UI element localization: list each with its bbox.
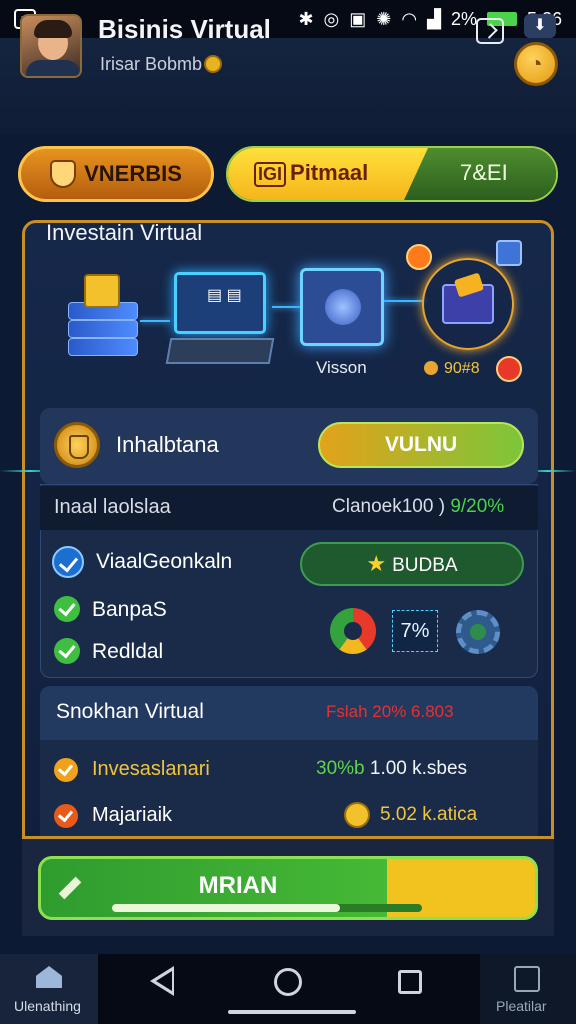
nav-home-label: Ulenathing [14, 998, 81, 1014]
detail-header-right: Clanoek100 ) 9/20% [332, 496, 505, 517]
coin-icon [344, 802, 370, 828]
back-icon [156, 971, 172, 991]
status-button[interactable]: VULNU [318, 422, 524, 468]
tab-pitmaal-mark: IGI [254, 162, 287, 187]
cube-icon [496, 240, 522, 266]
monitor-icon [300, 268, 384, 346]
recents-button[interactable] [398, 970, 422, 994]
check-icon[interactable] [54, 596, 80, 622]
check-icon[interactable] [54, 638, 80, 664]
sim-row-amount: 1.00 k.sbes [369, 758, 468, 779]
laptop-icon: ▤ ▤ [165, 270, 275, 374]
sim-icon: ▣ [349, 8, 367, 29]
check-item-label: BanpaS [92, 598, 167, 621]
avatar[interactable] [20, 14, 82, 78]
gear-icon: ✺ [376, 8, 392, 29]
main-check-label: ViaalGeonkaln [96, 550, 233, 573]
bluetooth-icon: ✱ [298, 8, 314, 29]
bonus-button[interactable]: BUDBA [300, 542, 524, 586]
check-icon [54, 804, 78, 828]
app-title: Bisinis Virtual [98, 14, 271, 44]
home-button[interactable] [274, 968, 302, 996]
shield-icon [50, 160, 77, 188]
gift-box-icon [422, 258, 514, 350]
orb-icon [406, 244, 432, 270]
simulation-stat: Fslah 20% 6.803 [326, 702, 454, 721]
detail-header-right-value: 9/20% [450, 496, 505, 517]
tab-pitmaal[interactable]: IGI Pitmaal 7&EI [226, 146, 558, 202]
illustration-value: 90#8 [424, 360, 480, 378]
wifi-icon: ◠ [401, 8, 418, 29]
main-action-label: MRIAN [198, 872, 278, 899]
status-icons: ✱ ◎ ▣ ✺ ◠ ▟ 2% 5:26 [298, 9, 562, 30]
connector-line [272, 306, 302, 308]
progress-fill [112, 904, 340, 912]
tab-pitmaal-label: IGI Pitmaal [254, 160, 368, 187]
pie-chart-icon [330, 608, 376, 654]
status-label: Inhalbtana [116, 432, 219, 457]
tab-vnerbis[interactable]: VNERBIS [18, 146, 214, 202]
simulation-title: Snokhan Virtual [56, 700, 204, 723]
subtitle-text: Irisar Bobmb [100, 54, 203, 74]
sim-row-percent: 30%b [316, 758, 365, 779]
server-stack-icon [58, 272, 148, 368]
connector-line [384, 300, 424, 302]
tab-green-label: 7&EI [460, 160, 508, 185]
orb-icon [496, 356, 522, 382]
check-icon [54, 758, 78, 782]
check-badge-icon[interactable] [52, 546, 84, 578]
illustration-label: Visson [316, 358, 367, 377]
header-subtitle: Irisar Bobmb [100, 54, 223, 75]
settings-gear-icon[interactable] [456, 610, 500, 654]
planner-icon [514, 966, 540, 992]
panel-title: Investain Virtual [46, 220, 203, 245]
nav-right-label: Pleatilar [496, 998, 547, 1014]
sim-row-label: Majariaik [92, 804, 173, 826]
sim-row-amount: 5.02 k.atica [380, 804, 478, 825]
percent-box: 7% [392, 610, 438, 652]
signal-icon: ▟ [427, 8, 441, 29]
wallet-coin-button[interactable]: ◔ [514, 42, 558, 86]
cast-button[interactable] [476, 18, 504, 44]
coin-icon [204, 55, 223, 73]
gesture-handle [228, 1010, 356, 1014]
sync-icon: ◎ [323, 8, 340, 29]
check-item-label: Redldal [92, 640, 164, 663]
sim-row-label: Invesaslanari [92, 758, 210, 780]
battery-percent: 2% [450, 8, 477, 29]
tab-vnerbis-label: VNERBIS [84, 161, 182, 186]
download-button[interactable]: ⬇ [524, 14, 556, 38]
header [0, 38, 576, 134]
detail-header-left: Inaal laolslaa [54, 496, 171, 518]
badge-icon [54, 422, 100, 468]
sim-row-value: 30%b 1.00 k.sbes [316, 758, 467, 780]
detail-header-right-label: Clanoek100 [332, 496, 434, 517]
tab-pitmaal-text: Pitmaal [290, 160, 369, 185]
